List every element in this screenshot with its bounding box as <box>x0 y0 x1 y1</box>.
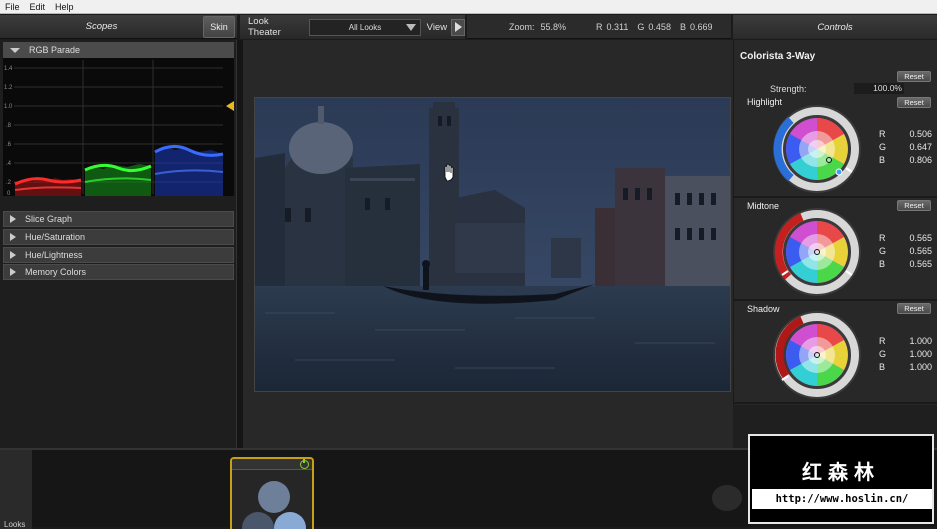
r-label: R <box>879 233 886 243</box>
g-label: G <box>637 21 645 32</box>
b-label: B <box>679 21 686 32</box>
zoom-value: 55.8% <box>540 21 567 32</box>
b-label: B <box>879 259 886 269</box>
tick-label: .4 <box>6 161 12 167</box>
highlight-rgb-values: R 0.506 G 0.647 B 0.806 <box>879 129 932 168</box>
rgb-parade-graph: 1.4 1.2 1.0 .8 .6 .4 .2 0 <box>4 60 224 198</box>
info-bar: Zoom: 55.8% R 0.311 G 0.458 B 0.669 <box>467 15 731 39</box>
g-label: G <box>879 349 887 359</box>
effect-title: Colorista 3-Way <box>740 51 816 62</box>
faded-logo-icon <box>712 485 742 511</box>
expand-triangle-icon <box>10 215 16 223</box>
highlight-g[interactable]: 0.647 <box>898 142 932 155</box>
section-label: Slice Graph <box>25 214 73 224</box>
play-icon <box>454 22 462 32</box>
midtone-reset-button[interactable]: Reset <box>897 200 931 211</box>
g-label: G <box>879 246 887 256</box>
shadow-b[interactable]: 1.000 <box>898 362 932 375</box>
venice-canal-image <box>255 98 730 391</box>
r-label: R <box>596 21 603 32</box>
look-thumbnail[interactable] <box>230 457 314 529</box>
power-icon[interactable] <box>300 459 309 469</box>
reset-all-button[interactable]: Reset <box>897 71 931 82</box>
viewer-area <box>243 40 733 448</box>
level-marker-icon[interactable] <box>225 101 234 111</box>
skin-button[interactable]: Skin <box>203 15 235 38</box>
midtone-g[interactable]: 0.565 <box>898 246 932 259</box>
strength-label: Strength: <box>770 84 807 94</box>
chevron-down-icon <box>405 23 416 31</box>
watermark-url: http://www.hoslin.cn/ <box>752 489 932 509</box>
tick-label: 1.4 <box>4 66 13 72</box>
watermark-chinese: 红森林 <box>802 462 880 484</box>
midtone-color-wheel[interactable] <box>772 207 862 297</box>
rgb-parade-scope: 1.4 1.2 1.0 .8 .6 .4 .2 0 <box>3 58 234 198</box>
looks-tab[interactable]: Looks <box>4 520 25 529</box>
divider <box>734 402 937 404</box>
zoom-label: Zoom: <box>509 21 535 32</box>
looks-dropdown[interactable]: All Looks <box>309 18 421 36</box>
tick-label: 1.2 <box>4 85 13 91</box>
collapse-triangle-icon <box>10 47 20 53</box>
highlight-color-wheel[interactable] <box>772 104 862 194</box>
looks-dropdown-value: All Looks <box>348 22 382 32</box>
watermark: 红森林 http://www.hoslin.cn/ <box>748 434 934 524</box>
shadow-r[interactable]: 1.000 <box>898 336 932 349</box>
controls-header: Controls <box>733 15 937 39</box>
section-label: Hue/Lightness <box>25 250 83 260</box>
b-label: B <box>879 362 886 372</box>
tick-label: 1.0 <box>4 104 13 110</box>
scopes-header: Scopes Skin <box>0 15 237 39</box>
section-rgb-parade[interactable]: RGB Parade <box>3 42 234 58</box>
midtone-rgb-values: R 0.565 G 0.565 B 0.565 <box>879 233 932 272</box>
menu-help[interactable]: Help <box>50 2 79 12</box>
scopes-title: Scopes <box>85 21 118 32</box>
view-label: View <box>426 21 448 33</box>
shadow-rgb-values: R 1.000 G 1.000 B 1.000 <box>879 336 932 375</box>
look-theater-label: Look Theater <box>248 16 281 38</box>
divider <box>734 196 937 198</box>
midtone-r[interactable]: 0.565 <box>898 233 932 246</box>
divider <box>734 299 937 301</box>
scopes-panel: RGB Parade 1.4 1.2 1.0 .8 .6 .4 .2 0 Sli… <box>0 40 237 448</box>
section-label: Hue/Saturation <box>25 232 86 242</box>
r-label: R <box>879 129 886 139</box>
tick-label: .2 <box>6 180 12 186</box>
tick-label: 0 <box>7 191 11 196</box>
tick-label: .6 <box>6 142 12 148</box>
menu-edit[interactable]: Edit <box>25 2 51 12</box>
menu-bar: File Edit Help <box>0 0 937 14</box>
b-label: B <box>879 155 886 165</box>
section-hue-saturation[interactable]: Hue/Saturation <box>3 229 234 245</box>
expand-triangle-icon <box>10 268 16 276</box>
expand-triangle-icon <box>10 251 16 259</box>
section-label: Memory Colors <box>25 267 87 277</box>
controls-panel: Colorista 3-Way Reset Strength: 100.0% H… <box>733 40 937 405</box>
looks-tab-panel <box>0 450 32 529</box>
section-label: RGB Parade <box>29 45 81 55</box>
r-value: 0.311 <box>606 21 629 32</box>
video-frame[interactable] <box>254 97 731 392</box>
play-button[interactable] <box>451 18 465 36</box>
midtone-b[interactable]: 0.565 <box>898 259 932 272</box>
highlight-reset-button[interactable]: Reset <box>897 97 931 108</box>
r-label: R <box>879 336 886 346</box>
g-label: G <box>879 142 887 152</box>
b-value: 0.669 <box>689 21 713 32</box>
section-hue-lightness[interactable]: Hue/Lightness <box>3 247 234 263</box>
look-preview-circles <box>242 481 306 529</box>
strength-field[interactable]: 100.0% <box>854 83 904 94</box>
menu-file[interactable]: File <box>0 2 25 12</box>
section-slice-graph[interactable]: Slice Graph <box>3 211 234 227</box>
tick-label: .8 <box>6 123 12 129</box>
section-memory-colors[interactable]: Memory Colors <box>3 264 234 280</box>
g-value: 0.458 <box>648 21 671 32</box>
shadow-g[interactable]: 1.000 <box>898 349 932 362</box>
expand-triangle-icon <box>10 233 16 241</box>
shadow-reset-button[interactable]: Reset <box>897 303 931 314</box>
look-theater-header: Look Theater All Looks View <box>240 15 465 39</box>
shadow-color-wheel[interactable] <box>772 310 862 400</box>
highlight-b[interactable]: 0.806 <box>898 155 932 168</box>
highlight-r[interactable]: 0.506 <box>898 129 932 142</box>
